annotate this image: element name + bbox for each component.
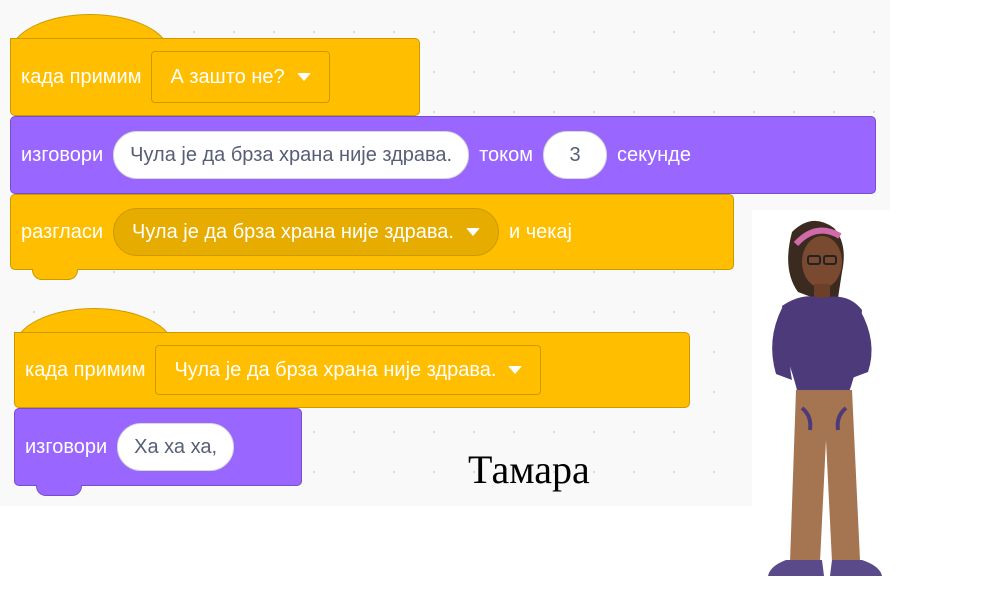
block-notch — [32, 269, 78, 280]
seconds-unit-label: секунде — [617, 143, 691, 166]
character-name: Тамара — [468, 447, 590, 492]
chevron-down-icon — [465, 228, 480, 236]
broadcast-label: разгласи — [21, 220, 104, 243]
dropdown-value: Чула је да брза храна није здрава. — [174, 358, 497, 381]
broadcast-message-dropdown[interactable]: Чула је да брза храна није здрава. — [113, 208, 499, 256]
for-label: током — [479, 143, 533, 166]
say-message-input[interactable]: Чула је да брза храна није здрава. — [113, 131, 470, 179]
and-wait-label: и чекај — [508, 220, 572, 243]
block-notch — [36, 485, 82, 496]
say-label: изговори — [25, 435, 108, 458]
say-message-text: Чула је да брза храна није здрава. — [130, 143, 453, 166]
say-label: изговори — [21, 143, 104, 166]
say-message-text: Ха ха ха, — [134, 435, 218, 458]
when-i-receive-label: када примим — [21, 65, 142, 88]
message-dropdown-2[interactable]: Чула је да брза храна није здрава. — [155, 345, 542, 395]
seconds-value: 3 — [569, 143, 581, 166]
seconds-input[interactable]: 3 — [543, 131, 607, 179]
chevron-down-icon — [296, 73, 311, 81]
character-sprite — [752, 210, 898, 586]
message-dropdown-1[interactable]: А зашто не? — [151, 51, 330, 103]
when-i-receive-block-2[interactable]: када примим Чула је да брза храна није з… — [14, 332, 690, 408]
say-for-secs-block[interactable]: изговори Чула је да брза храна није здра… — [10, 116, 876, 194]
say-message-input[interactable]: Ха ха ха, — [117, 423, 235, 471]
when-i-receive-label: када примим — [25, 358, 146, 381]
say-block[interactable]: изговори Ха ха ха, — [14, 408, 302, 486]
broadcast-and-wait-block[interactable]: разгласи Чула је да брза храна није здра… — [10, 194, 734, 270]
dropdown-value: А зашто не? — [170, 65, 285, 88]
when-i-receive-block-1[interactable]: када примим А зашто не? — [10, 38, 420, 116]
girl-character-image — [768, 220, 882, 576]
chevron-down-icon — [508, 366, 523, 374]
dropdown-value: Чула је да брза храна није здрава. — [132, 220, 454, 243]
